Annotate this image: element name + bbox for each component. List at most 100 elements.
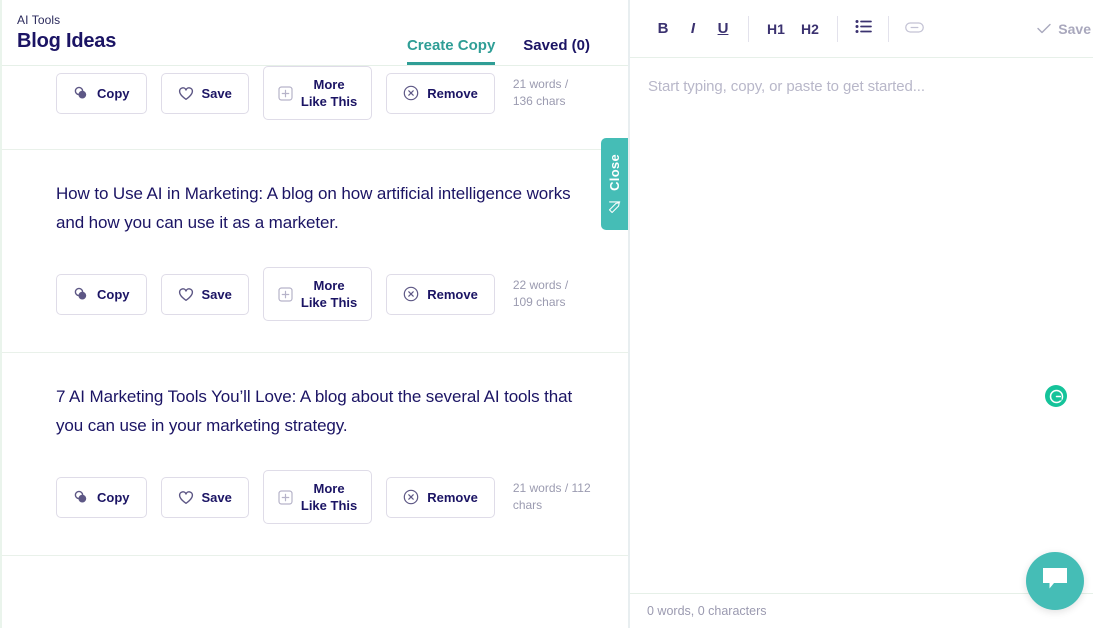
copy-icon — [73, 489, 89, 505]
result-text: How to Use AI in Marketing: A blog on ho… — [56, 184, 571, 232]
pen-icon — [608, 196, 621, 214]
save-label: Save — [201, 85, 232, 101]
chat-widget-button[interactable] — [1026, 552, 1084, 610]
plus-square-icon — [278, 286, 293, 302]
title-block: AI Tools Blog Ideas — [17, 13, 116, 54]
editor-panel: B I U H1 H2 Save Start typing, copy, or … — [629, 0, 1093, 628]
more-like-this-label: More Like This — [301, 76, 357, 110]
word-count: 22 words / 109 chars — [513, 277, 568, 311]
word-count-line-2: chars — [512, 498, 543, 512]
remove-label: Remove — [427, 85, 478, 101]
save-label: Save — [201, 489, 232, 505]
heading-1-button[interactable]: H1 — [759, 14, 793, 44]
more-like-this-button[interactable]: More Like This — [262, 66, 373, 120]
more-like-this-button[interactable]: More Like This — [262, 470, 373, 524]
plus-square-icon — [278, 489, 293, 505]
word-count: 21 words / 112 chars — [513, 480, 591, 514]
remove-button[interactable]: Remove — [386, 273, 495, 315]
more-like-this-button[interactable]: More Like This — [262, 267, 373, 321]
editor-footer: 0 words, 0 characters — [630, 593, 1093, 628]
results-panel: AI Tools Blog Ideas Create Copy Saved (0… — [0, 0, 629, 628]
results-list[interactable]: Copy Save More Like This Remove 21 words… — [2, 66, 628, 628]
more-line-2: Like This — [300, 498, 358, 513]
breadcrumb: AI Tools — [17, 13, 61, 27]
copy-label: Copy — [97, 489, 130, 505]
page-title: Blog Ideas — [17, 30, 117, 52]
grammarly-icon[interactable] — [1045, 385, 1067, 407]
word-count-line-2: 109 chars — [512, 295, 566, 309]
card-actions: Copy Save — [56, 66, 607, 120]
close-panel-tab[interactable]: Close — [601, 138, 628, 230]
result-text: 7 AI Marketing Tools You’ll Love: A blog… — [56, 387, 573, 435]
card-actions: Copy Save — [56, 470, 607, 524]
toolbar-divider — [748, 15, 749, 42]
copy-label: Copy — [97, 286, 130, 302]
editor-text-area[interactable]: Start typing, copy, or paste to get star… — [630, 58, 1093, 593]
remove-label: Remove — [427, 286, 478, 302]
bold-button[interactable]: B — [648, 14, 678, 44]
save-button[interactable]: Save — [160, 72, 249, 114]
editor-save-label: Save — [1058, 20, 1091, 37]
chat-bubble-icon — [1041, 566, 1069, 597]
panel-header: AI Tools Blog Ideas Create Copy Saved (0… — [2, 0, 628, 66]
more-line-2: Like This — [300, 94, 358, 109]
save-label: Save — [201, 286, 232, 302]
more-like-this-label: More Like This — [301, 277, 357, 311]
heading-2-button[interactable]: H2 — [793, 14, 827, 44]
bullet-list-button[interactable] — [848, 14, 878, 44]
copy-label: Copy — [97, 85, 130, 101]
close-circle-icon — [403, 489, 419, 505]
copy-button[interactable]: Copy — [56, 476, 147, 518]
copy-icon — [73, 286, 89, 302]
result-card: How to Use AI in Marketing: A blog on ho… — [2, 150, 628, 353]
bullet-list-icon — [855, 19, 872, 38]
card-actions: Copy Save — [56, 267, 607, 321]
close-circle-icon — [403, 286, 419, 302]
toolbar-divider — [888, 15, 889, 42]
more-like-this-label: More Like This — [301, 480, 357, 514]
italic-label: I — [690, 20, 696, 37]
copy-button[interactable]: Copy — [56, 72, 147, 114]
word-count: 21 words / 136 chars — [513, 76, 568, 110]
plus-square-icon — [278, 85, 293, 101]
link-button[interactable] — [899, 14, 929, 44]
heart-icon — [178, 287, 194, 302]
result-card-inner: 7 AI Marketing Tools You’ll Love: A blog… — [27, 353, 607, 555]
panel-tabs: Create Copy Saved (0) — [406, 0, 590, 65]
remove-button[interactable]: Remove — [386, 476, 495, 518]
check-icon — [1037, 21, 1051, 37]
remove-label: Remove — [427, 489, 478, 505]
editor-placeholder: Start typing, copy, or paste to get star… — [648, 78, 925, 95]
underline-button[interactable]: U — [708, 14, 738, 44]
result-card: 7 AI Marketing Tools You’ll Love: A blog… — [2, 353, 628, 556]
remove-button[interactable]: Remove — [386, 72, 495, 114]
editor-toolbar: B I U H1 H2 Save — [630, 0, 1093, 58]
editor-save-button[interactable]: Save — [1037, 21, 1091, 37]
tab-create-copy[interactable]: Create Copy — [406, 37, 496, 65]
italic-button[interactable]: I — [678, 14, 708, 44]
word-count-line-1: 21 words / 112 — [512, 481, 591, 495]
editor-word-count: 0 words, 0 characters — [647, 604, 767, 618]
underline-label: U — [717, 20, 729, 37]
word-count-line-1: 22 words / — [512, 278, 569, 292]
more-line-1: More — [313, 481, 345, 496]
heart-icon — [178, 86, 194, 101]
more-line-2: Like This — [300, 295, 358, 310]
save-button[interactable]: Save — [160, 476, 249, 518]
more-line-1: More — [313, 77, 345, 92]
copy-button[interactable]: Copy — [56, 273, 147, 315]
tab-saved[interactable]: Saved (0) — [523, 37, 590, 65]
close-tab-label: Close — [607, 153, 622, 191]
more-line-1: More — [313, 278, 345, 293]
result-card-inner: How to Use AI in Marketing: A blog on ho… — [27, 150, 607, 352]
toolbar-divider — [837, 15, 838, 42]
save-button[interactable]: Save — [160, 273, 249, 315]
result-card-inner: Copy Save More Like This Remove 21 words… — [27, 66, 607, 149]
result-card: Copy Save More Like This Remove 21 words… — [2, 66, 628, 150]
word-count-line-2: 136 chars — [512, 94, 566, 108]
app-root: AI Tools Blog Ideas Create Copy Saved (0… — [0, 0, 1093, 628]
close-circle-icon — [403, 85, 419, 101]
link-icon — [904, 20, 924, 37]
copy-icon — [73, 85, 89, 101]
word-count-line-1: 21 words / — [512, 77, 569, 91]
